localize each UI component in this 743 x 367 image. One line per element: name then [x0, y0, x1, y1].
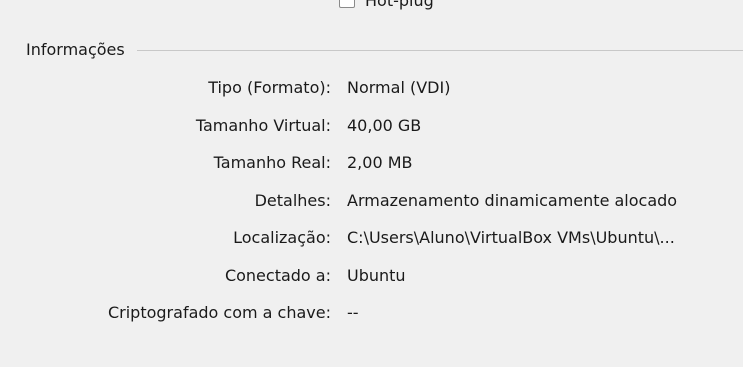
info-row-type: Tipo (Formato): Normal (VDI): [0, 76, 743, 114]
hot-plug-option[interactable]: Hot-plug: [339, 0, 434, 12]
information-group-header: Informações: [26, 37, 743, 61]
type-format-label: Tipo (Formato):: [208, 78, 331, 97]
attached-to-label: Conectado a:: [224, 265, 331, 285]
info-row-location: Localização: C:\Users\Aluno\VirtualBox V…: [0, 226, 743, 264]
hot-plug-checkbox[interactable]: [339, 0, 355, 8]
info-row-details: Detalhes: Armazenamento dinamicamente al…: [0, 189, 743, 227]
real-size-label: Tamanho Real:: [213, 153, 331, 172]
real-size-value: 2,00 MB: [347, 153, 413, 172]
info-row-attached-to: Conectado a: Ubuntu: [0, 264, 743, 302]
encryption-key-value: --: [347, 303, 359, 322]
hot-plug-label: Hot-plug: [365, 0, 434, 10]
type-format-value: Normal (VDI): [347, 78, 451, 97]
virtual-size-label: Tamanho Virtual:: [195, 115, 331, 135]
location-value: C:\Users\Aluno\VirtualBox VMs\Ubuntu\...: [347, 228, 675, 247]
info-row-real-size: Tamanho Real: 2,00 MB: [0, 151, 743, 189]
group-divider: [136, 49, 743, 51]
virtual-size-value: 40,00 GB: [347, 115, 422, 135]
info-row-encryption-key: Criptografado com a chave: --: [0, 301, 743, 339]
location-label: Localização:: [233, 228, 331, 247]
details-value: Armazenamento dinamicamente alocado: [347, 190, 678, 210]
details-label: Detalhes:: [254, 190, 331, 210]
attached-to-value: Ubuntu: [347, 265, 406, 285]
group-title: Informações: [26, 39, 125, 59]
encryption-key-label: Criptografado com a chave:: [107, 303, 331, 322]
information-details: Tipo (Formato): Normal (VDI) Tamanho Vir…: [0, 76, 743, 339]
info-row-virtual-size: Tamanho Virtual: 40,00 GB: [0, 114, 743, 152]
